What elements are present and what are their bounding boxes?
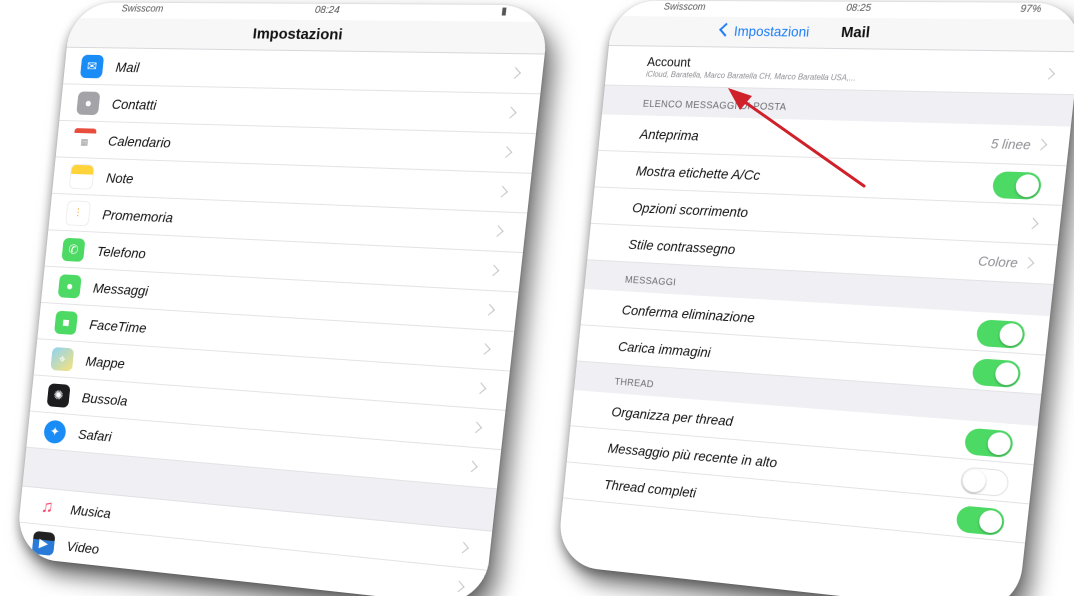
chevron-right-icon — [1035, 138, 1048, 151]
battery-icon: ▮ — [500, 5, 508, 18]
chevron-right-icon — [487, 264, 500, 277]
chevron-right-icon — [474, 382, 487, 395]
chevron-right-icon — [478, 343, 491, 355]
maps-icon: ⌖ — [50, 346, 75, 371]
phone-icon: ✆ — [61, 237, 86, 262]
settings-item-label: Calendario — [107, 132, 172, 151]
screenshot-stage: Swisscom 08:24 ▮ Impostazioni ✉ Mail ● C… — [0, 0, 1074, 596]
chevron-right-icon — [496, 185, 509, 198]
chevron-right-icon — [1026, 217, 1039, 230]
complete-threads-label: Thread completi — [603, 475, 697, 501]
calendar-icon: ▦ — [72, 127, 97, 152]
safari-icon: ✦ — [43, 419, 67, 444]
reminders-icon: ⋮ — [65, 199, 92, 226]
chevron-right-icon — [452, 580, 465, 593]
carrier-label: Swisscom — [121, 3, 164, 15]
notes-icon — [68, 163, 95, 190]
most-recent-on-top-toggle[interactable] — [959, 466, 1010, 498]
chevron-right-icon — [504, 106, 517, 119]
chevron-right-icon — [509, 67, 522, 79]
mail-settings-list: Account iCloud, Baratella, Marco Baratel… — [563, 45, 1074, 544]
clock-label: 08:25 — [845, 2, 872, 15]
settings-list: ✉ Mail ● Contatti ▦ Calendario Note ⋮ Pr… — [15, 47, 545, 596]
preview-value: 5 linee — [990, 135, 1032, 153]
compass-icon: ✺ — [46, 382, 71, 408]
organize-by-thread-label: Organizza per thread — [610, 403, 734, 429]
chevron-right-icon — [500, 146, 513, 158]
settings-item-label: Contatti — [111, 95, 158, 113]
ask-before-deleting-toggle[interactable] — [975, 319, 1027, 349]
most-recent-on-top-label: Messaggio più recente in alto — [607, 439, 778, 470]
page-title: Impostazioni — [251, 25, 344, 44]
ask-before-deleting-label: Conferma eliminazione — [621, 301, 756, 326]
settings-phone: Swisscom 08:24 ▮ Impostazioni ✉ Mail ● C… — [15, 2, 551, 596]
swipe-options-label: Opzioni scorrimento — [631, 199, 749, 220]
load-images-toggle[interactable] — [971, 358, 1022, 389]
mail-settings-phone: Swisscom 08:25 97% Impostazioni Mail Acc… — [556, 0, 1074, 596]
settings-item-label: FaceTime — [88, 316, 148, 336]
messages-icon: ● — [57, 273, 82, 299]
page-title: Mail — [840, 23, 871, 42]
chevron-right-icon — [457, 541, 469, 554]
settings-item-label: Safari — [77, 425, 113, 444]
facetime-icon: ■ — [54, 310, 79, 335]
load-images-label: Carica immagini — [617, 337, 712, 360]
contacts-icon: ● — [76, 90, 101, 115]
chevron-right-icon — [491, 225, 504, 237]
settings-item-label: Mail — [114, 58, 141, 75]
clock-label: 08:24 — [314, 4, 341, 17]
settings-item-label: Video — [66, 537, 100, 557]
chevron-right-icon — [470, 421, 483, 434]
preview-label: Anteprima — [639, 125, 700, 143]
chevron-right-icon — [483, 303, 496, 316]
flag-style-value: Colore — [977, 253, 1019, 271]
music-icon: ♫ — [35, 494, 60, 520]
chevron-right-icon — [1022, 257, 1035, 269]
settings-item-label: Messaggi — [92, 279, 150, 299]
mail-icon: ✉ — [80, 54, 105, 78]
organize-by-thread-toggle[interactable] — [963, 427, 1015, 459]
settings-item-label: Bussola — [81, 389, 129, 409]
settings-item-label: Promemoria — [101, 206, 174, 225]
flag-style-label: Stile contrassegno — [627, 235, 737, 257]
show-to-cc-toggle[interactable] — [991, 171, 1043, 200]
video-icon: ▶ — [31, 530, 56, 556]
chevron-right-icon — [1043, 67, 1056, 80]
account-summary: iCloud, Baratella, Marco Baratella CH, M… — [645, 69, 857, 83]
complete-threads-toggle[interactable] — [955, 505, 1006, 537]
carrier-label: Swisscom — [663, 1, 707, 13]
settings-item-label: Telefono — [96, 242, 147, 261]
settings-item-label: Musica — [69, 501, 112, 521]
settings-item-label: Note — [105, 169, 135, 186]
battery-label: 97% — [1019, 3, 1042, 16]
account-label: Account — [646, 53, 692, 70]
show-to-cc-label: Mostra etichette A/Cc — [635, 162, 762, 183]
chevron-right-icon — [466, 460, 478, 473]
settings-item-label: Mappe — [84, 352, 126, 371]
